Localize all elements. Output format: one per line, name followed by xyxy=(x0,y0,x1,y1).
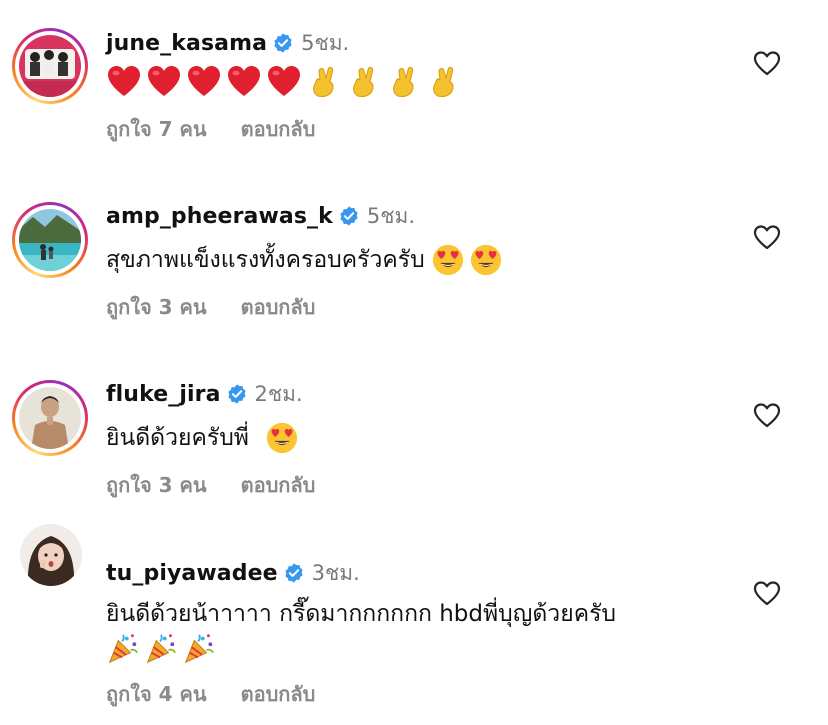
red-heart-icon xyxy=(226,64,262,100)
verified-badge-icon xyxy=(226,383,248,405)
crossed-fingers-icon xyxy=(386,64,422,100)
comment-emoji-row xyxy=(106,628,216,668)
like-heart-icon[interactable] xyxy=(752,400,782,430)
comment-body: ยินดีด้วยครับพี่ xyxy=(106,425,249,451)
avatar[interactable] xyxy=(20,524,82,586)
verified-badge-icon xyxy=(283,562,305,584)
comment-text: ยินดีด้วยครับพี่ xyxy=(106,418,299,458)
username[interactable]: june_kasama xyxy=(106,31,267,56)
comment-time: 5ชม. xyxy=(366,203,416,228)
avatar[interactable] xyxy=(12,380,88,456)
comment-time: 3ชม. xyxy=(311,560,360,585)
username[interactable]: amp_pheerawas_k xyxy=(106,204,333,229)
verified-badge-icon xyxy=(272,32,294,54)
reply-button[interactable]: ตอบกลับ xyxy=(241,113,316,145)
likes-count[interactable]: ถูกใจ 7 คน xyxy=(106,113,207,145)
red-heart-icon xyxy=(106,64,142,100)
like-heart-icon[interactable] xyxy=(752,578,782,608)
crossed-fingers-icon xyxy=(306,64,342,100)
username[interactable]: fluke_jira xyxy=(106,382,221,407)
reply-button[interactable]: ตอบกลับ xyxy=(241,469,316,501)
avatar[interactable] xyxy=(12,202,88,278)
comment-body: สุขภาพแข็งแรงทั้งครอบครัวครับ xyxy=(106,247,425,273)
like-heart-icon[interactable] xyxy=(752,222,782,252)
username[interactable]: tu_piyawadee xyxy=(106,561,278,586)
heart-eyes-icon xyxy=(265,421,299,455)
reply-button[interactable]: ตอบกลับ xyxy=(241,678,316,710)
likes-count[interactable]: ถูกใจ 3 คน xyxy=(106,469,207,501)
party-popper-icon xyxy=(182,631,216,665)
crossed-fingers-icon xyxy=(346,64,382,100)
avatar[interactable] xyxy=(12,28,88,104)
red-heart-icon xyxy=(146,64,182,100)
red-heart-icon xyxy=(186,64,222,100)
comment-time: 5ชม. xyxy=(301,30,350,55)
comment-body: ยินดีด้วยน้าาาาา กรี๊ดมากกกกกก hbdพี่บุญ… xyxy=(106,601,617,627)
comment-text: สุขภาพแข็งแรงทั้งครอบครัวครับ xyxy=(106,240,503,280)
verified-badge-icon xyxy=(338,205,360,227)
like-heart-icon[interactable] xyxy=(752,48,782,78)
likes-count[interactable]: ถูกใจ 3 คน xyxy=(106,291,207,323)
reply-button[interactable]: ตอบกลับ xyxy=(241,291,316,323)
heart-eyes-icon xyxy=(431,243,465,277)
party-popper-icon xyxy=(106,631,140,665)
crossed-fingers-icon xyxy=(426,64,462,100)
red-heart-icon xyxy=(266,64,302,100)
comment-time: 2ชม. xyxy=(254,381,303,406)
likes-count[interactable]: ถูกใจ 4 คน xyxy=(106,678,207,710)
party-popper-icon xyxy=(144,631,178,665)
heart-eyes-icon xyxy=(469,243,503,277)
comment-text xyxy=(106,62,462,102)
